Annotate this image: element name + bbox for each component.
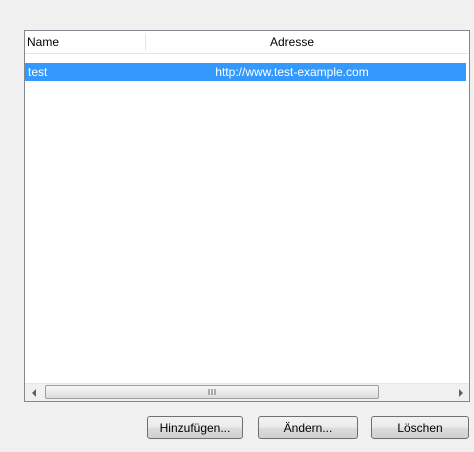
entries-listview[interactable]: Name Adresse test http://www.test-exampl… [24,30,470,402]
horizontal-scrollbar[interactable] [25,383,469,401]
list-header: Name Adresse [25,31,469,54]
edit-button[interactable]: Ändern... [258,416,358,439]
row-address-cell: http://www.test-example.com [215,65,369,79]
column-divider[interactable] [145,33,146,51]
arrow-left-icon [31,388,36,397]
table-row[interactable]: test http://www.test-example.com [25,63,466,81]
scroll-left-button[interactable] [25,384,42,401]
scrollbar-thumb[interactable] [45,385,379,399]
delete-button[interactable]: Löschen [371,416,469,439]
column-header-name[interactable]: Name [27,31,147,53]
add-button[interactable]: Hinzufügen... [147,416,243,439]
scroll-right-button[interactable] [452,384,469,401]
arrow-right-icon [458,388,463,397]
grip-icon [208,389,216,395]
column-header-address[interactable]: Adresse [147,31,437,53]
row-name-cell: test [28,65,48,79]
